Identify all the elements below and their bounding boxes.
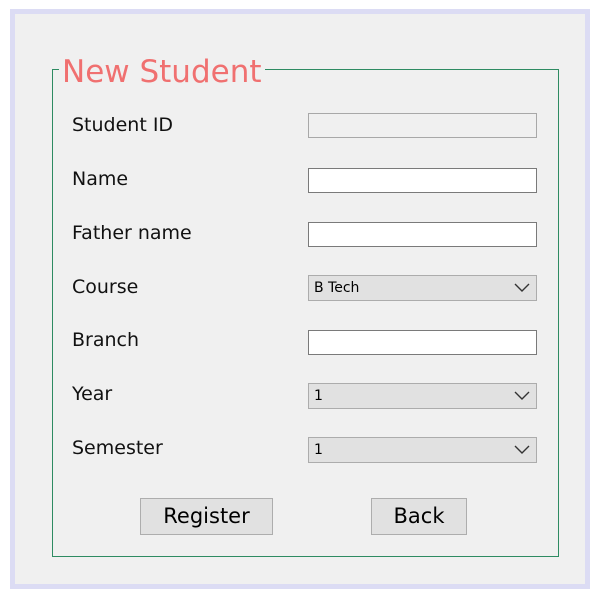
course-label: Course [72,276,139,298]
course-selected-value: B Tech [314,280,360,296]
branch-label: Branch [72,329,140,351]
student-form-window: New Student Student ID Name Father name … [10,9,590,589]
year-label: Year [72,383,113,405]
chevron-down-icon [514,391,530,400]
semester-label: Semester [72,437,163,459]
branch-field[interactable] [308,330,537,355]
father-name-label: Father name [72,222,192,244]
back-button[interactable]: Back [371,498,467,535]
course-dropdown[interactable]: B Tech [308,275,537,301]
year-dropdown[interactable]: 1 [308,383,537,409]
group-title: New Student [59,52,265,92]
semester-dropdown[interactable]: 1 [308,437,537,463]
name-label: Name [72,168,129,190]
semester-selected-value: 1 [314,442,323,458]
chevron-down-icon [514,445,530,454]
chevron-down-icon [514,283,530,292]
student-id-label: Student ID [72,114,174,136]
student-id-field[interactable] [308,113,537,138]
father-name-field[interactable] [308,222,537,247]
new-student-group-box [52,69,559,557]
year-selected-value: 1 [314,388,323,404]
name-field[interactable] [308,168,537,193]
register-button[interactable]: Register [140,498,273,535]
